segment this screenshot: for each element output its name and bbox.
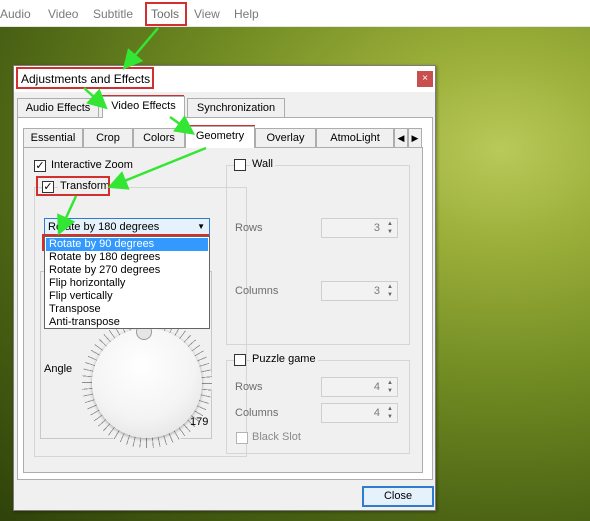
menu-audio[interactable]: Audio — [0, 7, 31, 21]
black-slot-label: Black Slot — [252, 431, 301, 443]
option-rotate-90[interactable]: Rotate by 90 degrees — [46, 238, 208, 251]
wall-rows-label: Rows — [235, 222, 263, 234]
annotation-box-title — [16, 67, 154, 89]
spin-arrows-icon[interactable]: ▲ ▼ — [384, 405, 396, 421]
menu-video[interactable]: Video — [48, 7, 78, 21]
close-button[interactable]: Close — [362, 486, 434, 507]
menu-bar: Audio Video Subtitle Tools View Help — [0, 0, 590, 27]
option-flip-vertically[interactable]: Flip vertically — [46, 290, 208, 303]
option-rotate-180[interactable]: Rotate by 180 degrees — [46, 251, 208, 264]
subtab-colors[interactable]: Colors — [133, 128, 185, 148]
option-flip-horizontally[interactable]: Flip horizontally — [46, 277, 208, 290]
close-icon[interactable]: × — [417, 71, 433, 87]
option-anti-transpose[interactable]: Anti-transpose — [46, 316, 208, 329]
menu-subtitle[interactable]: Subtitle — [93, 7, 133, 21]
menu-view[interactable]: View — [194, 7, 220, 21]
wall-label: Wall — [250, 158, 275, 170]
angle-label: Angle — [44, 363, 73, 375]
puzzle-columns-label: Columns — [235, 407, 279, 419]
subtab-geometry[interactable]: Geometry — [185, 126, 255, 148]
angle-dial[interactable] — [92, 328, 202, 438]
wall-rows-value: 3 — [373, 222, 380, 234]
subtab-crop[interactable]: Crop — [83, 128, 133, 148]
adjustments-dialog: Adjustments and Effects × Audio Effects … — [13, 65, 436, 511]
wall-checkbox[interactable] — [234, 159, 246, 171]
puzzle-game-checkbox[interactable] — [234, 354, 246, 366]
wall-columns-spinbox[interactable]: 3 ▲ ▼ — [321, 281, 398, 301]
option-rotate-270[interactable]: Rotate by 270 degrees — [46, 264, 208, 277]
black-slot-checkbox[interactable] — [236, 432, 248, 444]
chevron-down-icon: ▼ — [197, 222, 205, 231]
annotation-box-transform — [36, 176, 110, 196]
transform-dropdown-list: Rotate by 90 degrees Rotate by 180 degre… — [44, 236, 210, 329]
tab-audio-effects[interactable]: Audio Effects — [17, 98, 99, 118]
chevron-right-icon[interactable]: ▶ — [408, 128, 422, 148]
puzzle-game-label: Puzzle game — [250, 353, 318, 365]
puzzle-columns-spinbox[interactable]: 4 ▲ ▼ — [321, 403, 398, 423]
wall-columns-value: 3 — [373, 285, 380, 297]
puzzle-rows-spinbox[interactable]: 4 ▲ ▼ — [321, 377, 398, 397]
puzzle-rows-label: Rows — [235, 381, 263, 393]
tab-video-effects[interactable]: Video Effects — [102, 96, 185, 118]
wall-columns-label: Columns — [235, 285, 279, 297]
annotation-box-tools — [145, 2, 187, 26]
wall-group — [226, 165, 410, 345]
option-transpose[interactable]: Transpose — [46, 303, 208, 316]
tab-synchronization[interactable]: Synchronization — [187, 98, 285, 118]
subtab-atmolight[interactable]: AtmoLight — [316, 128, 394, 148]
subtab-overlay[interactable]: Overlay — [255, 128, 316, 148]
spin-arrows-icon[interactable]: ▲ ▼ — [384, 283, 396, 299]
wall-rows-spinbox[interactable]: 3 ▲ ▼ — [321, 218, 398, 238]
menu-help[interactable]: Help — [234, 7, 259, 21]
angle-value: 179 — [190, 416, 209, 428]
subtab-essential[interactable]: Essential — [23, 128, 83, 148]
spin-arrows-icon[interactable]: ▲ ▼ — [384, 379, 396, 395]
chevron-left-icon[interactable]: ◀ — [394, 128, 408, 148]
puzzle-columns-value: 4 — [373, 407, 380, 419]
spin-arrows-icon[interactable]: ▲ ▼ — [384, 220, 396, 236]
interactive-zoom-checkbox[interactable]: ✓ — [34, 160, 46, 172]
transform-select-value: Rotate by 180 degrees — [48, 221, 160, 233]
puzzle-rows-value: 4 — [373, 381, 380, 393]
interactive-zoom-label: Interactive Zoom — [51, 159, 133, 171]
